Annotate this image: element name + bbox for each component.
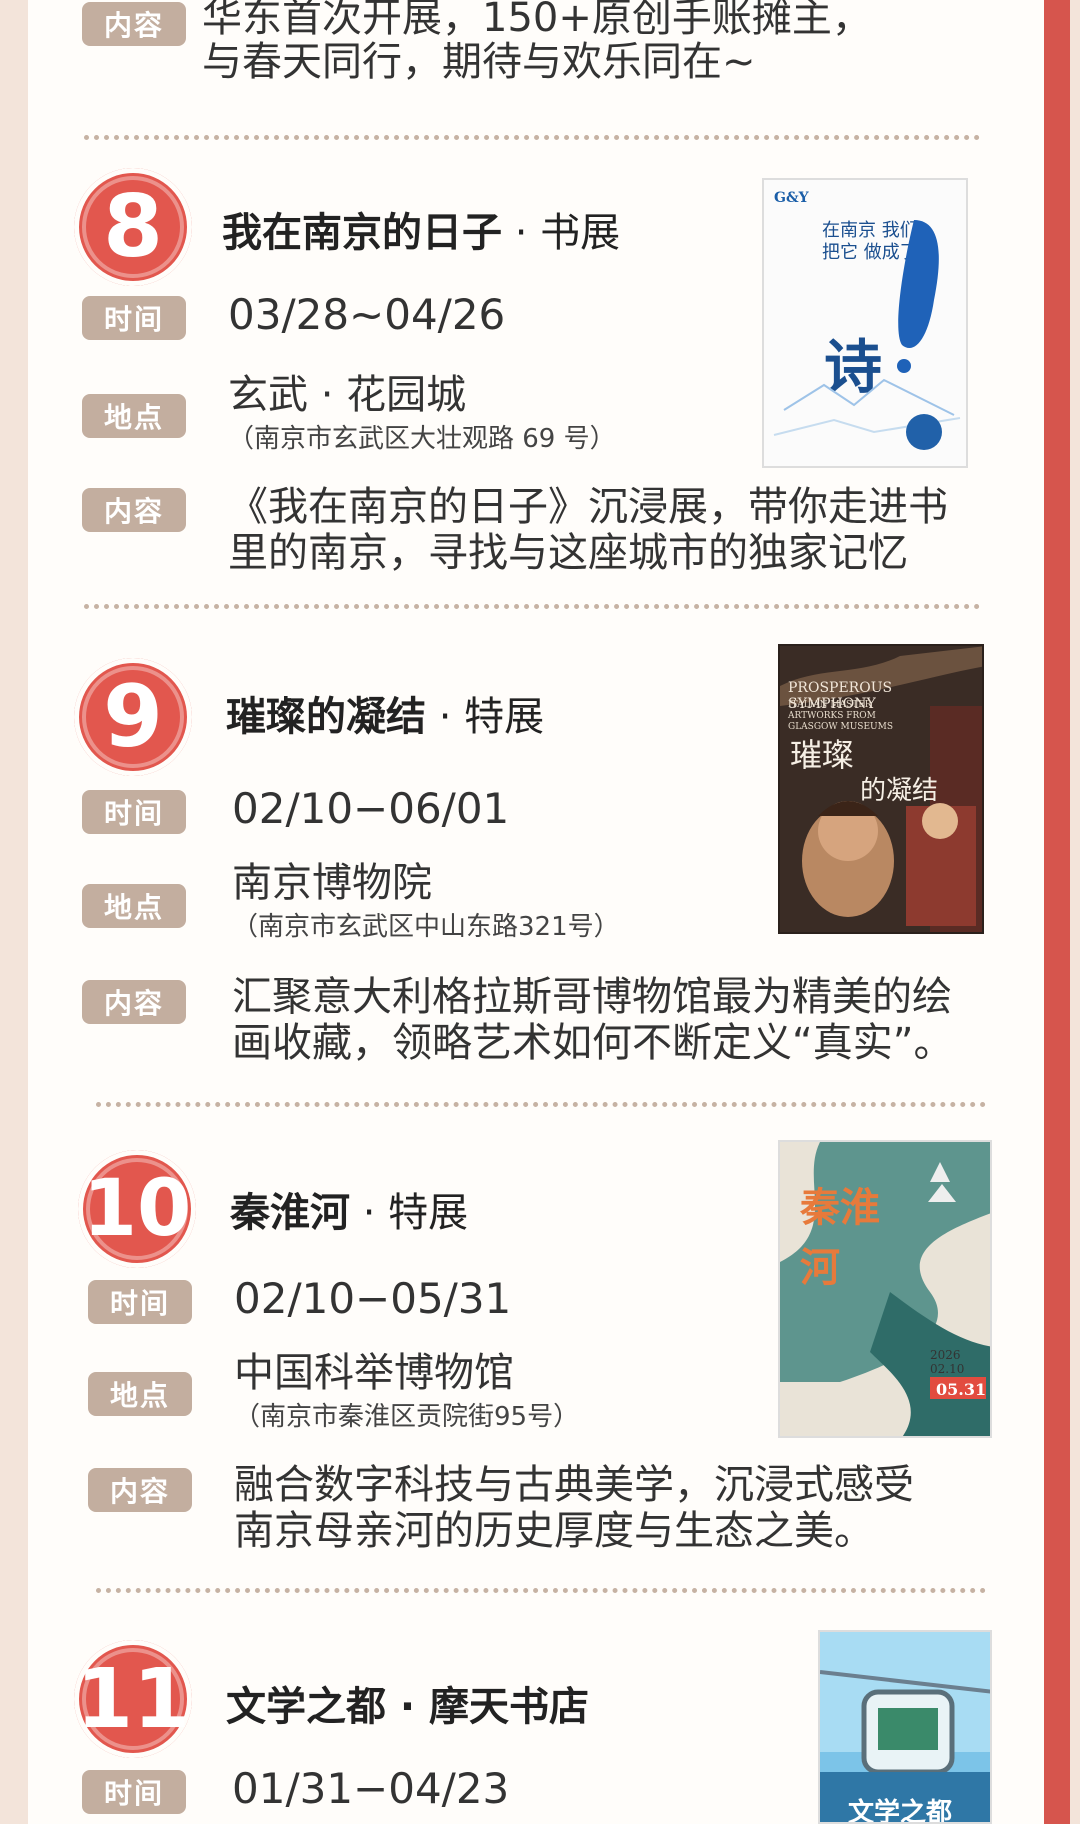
location-tag: 地点 — [88, 1372, 192, 1416]
divider — [96, 1588, 986, 1593]
event-title-bold: 我在南京的日子 — [222, 210, 502, 256]
event-date: 02/10−05/31 — [234, 1274, 512, 1323]
event-number-badge: 8 — [74, 168, 192, 286]
location-text: 南京博物院 （南京市玄武区中山东路321号） — [232, 860, 620, 943]
content-line: 画收藏，领略艺术如何不断定义“真实”。 — [232, 1020, 954, 1066]
event-date: 02/10−06/01 — [232, 784, 510, 833]
event-poster[interactable]: PROSPEROUS SYMPHONY ITALIAN MASTER ARTWO… — [778, 644, 984, 934]
content-row: 内容 融合数字科技与古典美学，沉浸式感受 南京母亲河的历史厚度与生态之美。 — [88, 1462, 914, 1554]
content-tag: 内容 — [82, 2, 186, 46]
content-row: 内容 《我在南京的日子》沉浸展，带你走进书 里的南京，寻找与这座城市的独家记忆 — [82, 484, 948, 576]
location-main: 南京博物院 — [232, 860, 432, 906]
content-line: 汇聚意大利格拉斯哥博物馆最为精美的绘 — [232, 974, 952, 1020]
event-poster[interactable]: G&Y 在南京 我们把它 做成了 诗 — [762, 178, 968, 468]
event-poster[interactable]: 文学之都 — [818, 1630, 992, 1824]
location-sub: （南京市玄武区大壮观路 69 号） — [228, 424, 616, 454]
poster-date-b: 05.31 — [936, 1380, 987, 1399]
top-content-line: 与春天同行，期待与欢乐同在~ — [202, 39, 756, 85]
divider — [84, 135, 980, 140]
event-title-bold: 秦淮河 — [230, 1190, 350, 1236]
location-text: 中国科举博物馆 （南京市秦淮区贡院街95号） — [234, 1350, 579, 1433]
top-content-row: 内容 华东首次开展，150+原创手账摊主， 与春天同行，期待与欢乐同在~ — [82, 0, 872, 84]
event-number-badge: 10 — [78, 1150, 196, 1268]
poster-subtitle-en: ITALIAN MASTER ARTWORKS FROM GLASGOW MUS… — [788, 700, 894, 732]
content-tag: 内容 — [88, 1468, 192, 1512]
poster-title-cn: 文学之都 — [848, 1798, 953, 1824]
content-line: 里的南京，寻找与这座城市的独家记忆 — [228, 530, 908, 576]
location-text: 玄武 · 花园城 （南京市玄武区大壮观路 69 号） — [228, 372, 616, 455]
event-poster[interactable]: 秦淮河 2026 02.10 05.31 — [778, 1140, 992, 1438]
time-tag: 时间 — [82, 296, 186, 340]
time-tag: 时间 — [82, 1770, 186, 1814]
content-line: 《我在南京的日子》沉浸展，带你走进书 — [228, 484, 948, 530]
event-title: 文学之都 · 摩天书店 — [226, 1674, 589, 1732]
content-line: 融合数字科技与古典美学，沉浸式感受 — [234, 1462, 914, 1508]
content-text: 《我在南京的日子》沉浸展，带你走进书 里的南京，寻找与这座城市的独家记忆 — [228, 484, 948, 576]
time-tag: 时间 — [82, 790, 186, 834]
poster-date-a: 2026 02.10 — [930, 1348, 965, 1376]
event-title-bold: 璀璨的凝结 — [226, 694, 426, 740]
event-number-badge: 11 — [74, 1640, 192, 1758]
location-sub: （南京市秦淮区贡院街95号） — [234, 1402, 580, 1432]
content-text: 融合数字科技与古典美学，沉浸式感受 南京母亲河的历史厚度与生态之美。 — [234, 1462, 914, 1554]
side-accent-bar — [1044, 0, 1070, 1824]
location-tag: 地点 — [82, 394, 186, 438]
poster-title-cn: 秦淮河 — [800, 1184, 880, 1291]
content-text: 汇聚意大利格拉斯哥博物馆最为精美的绘 画收藏，领略艺术如何不断定义“真实”。 — [232, 974, 953, 1066]
event-number-badge: 9 — [74, 658, 192, 776]
time-tag: 时间 — [88, 1280, 192, 1324]
event-date: 03/28~04/26 — [228, 290, 506, 339]
event-title: 我在南京的日子 · 书展 — [222, 200, 620, 258]
event-title: 璀璨的凝结 · 特展 — [226, 684, 544, 742]
event-date: 01/31−04/23 — [232, 1764, 510, 1813]
time-row: 时间 01/31−04/23 — [82, 1764, 509, 1814]
content-line: 南京母亲河的历史厚度与生态之美。 — [234, 1508, 874, 1554]
content-tag: 内容 — [82, 980, 186, 1024]
top-content-text: 华东首次开展，150+原创手账摊主， 与春天同行，期待与欢乐同在~ — [202, 0, 872, 84]
event-title-suffix: · 书展 — [502, 210, 621, 256]
location-main: 中国科举博物馆 — [234, 1350, 514, 1396]
time-row: 时间 02/10−06/01 — [82, 784, 509, 834]
event-title-bold: 文学之都 · 摩天书店 — [226, 1684, 590, 1730]
location-row: 地点 中国科举博物馆 （南京市秦淮区贡院街95号） — [88, 1350, 579, 1433]
location-row: 地点 玄武 · 花园城 （南京市玄武区大壮观路 69 号） — [82, 372, 616, 455]
content-tag: 内容 — [82, 488, 186, 532]
location-row: 地点 南京博物院 （南京市玄武区中山东路321号） — [82, 860, 620, 943]
poster-title-cn2: 的凝结 — [860, 776, 939, 806]
divider — [96, 1102, 986, 1107]
location-tag: 地点 — [82, 884, 186, 928]
location-sub: （南京市玄武区中山东路321号） — [232, 912, 620, 942]
top-content-line: 华东首次开展，150+原创手账摊主， — [202, 0, 872, 41]
location-main: 玄武 · 花园城 — [228, 372, 467, 418]
event-title-suffix: · 特展 — [350, 1190, 469, 1236]
time-row: 时间 02/10−05/31 — [88, 1274, 511, 1324]
poster-art-icon — [773, 220, 961, 450]
time-row: 时间 03/28~04/26 — [82, 290, 505, 340]
content-row: 内容 汇聚意大利格拉斯哥博物馆最为精美的绘 画收藏，领略艺术如何不断定义“真实”… — [82, 974, 953, 1066]
divider — [84, 604, 980, 609]
poster-title-cn: 璀璨 — [790, 736, 855, 774]
event-title-suffix: · 特展 — [426, 694, 545, 740]
event-title: 秦淮河 · 特展 — [230, 1180, 468, 1238]
